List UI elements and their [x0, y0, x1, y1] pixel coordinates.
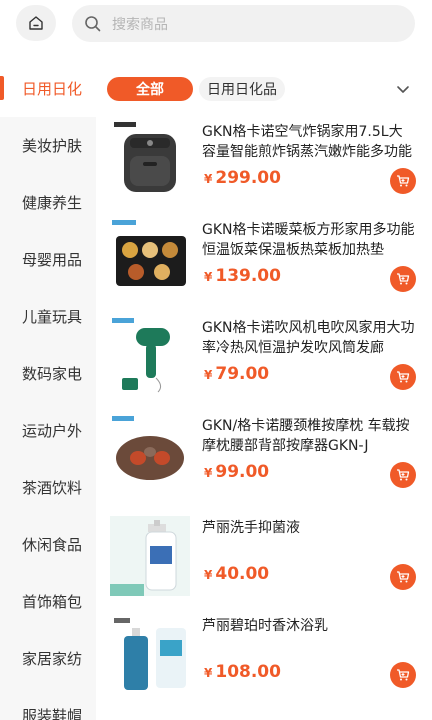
shower-gel-image — [110, 614, 190, 694]
add-to-cart-button[interactable] — [390, 266, 416, 292]
tab-daily-chemicals[interactable]: 日用日化品 — [199, 77, 285, 101]
product-item[interactable]: 芦丽洗手抑菌液 ¥40.00 — [110, 516, 420, 614]
sidebar-item-home[interactable]: 家居家纺 — [0, 630, 96, 687]
cart-icon — [397, 273, 410, 285]
cart-icon — [397, 571, 410, 583]
add-to-cart-button[interactable] — [390, 364, 416, 390]
sidebar-item-label: 数码家电 — [22, 365, 83, 383]
sidebar-item-label: 美妆护肤 — [22, 137, 83, 155]
currency-symbol: ¥ — [204, 172, 213, 186]
sidebar-item-digital[interactable]: 数码家电 — [0, 345, 96, 402]
product-item[interactable]: GKN/格卡诺腰颈椎按摩枕 车载按摩枕腰部背部按摩器GKN-J ¥99.00 — [110, 414, 420, 512]
currency-symbol: ¥ — [204, 270, 213, 284]
search-placeholder: 搜索商品 — [112, 16, 168, 33]
sidebar-item-label: 休闲食品 — [22, 536, 83, 554]
add-to-cart-button[interactable] — [390, 564, 416, 590]
product-item[interactable]: GKN格卡诺空气炸锅家用7.5L大容量智能煎炸锅蒸汽嫩炸能多功能 ¥299.00 — [110, 120, 420, 218]
product-item[interactable]: GKN格卡诺暖菜板方形家用多功能恒温饭菜保温板热菜板加热垫 ¥139.00 — [110, 218, 420, 316]
product-item[interactable]: GKN格卡诺吹风机电吹风家用大功率冷热风恒温护发吹风筒发廊 ¥79.00 — [110, 316, 420, 414]
chevron-down-icon[interactable] — [394, 80, 412, 98]
sidebar-item-snacks[interactable]: 休闲食品 — [0, 516, 96, 573]
price-value: 99.00 — [215, 462, 270, 482]
sidebar-item-health[interactable]: 健康养生 — [0, 174, 96, 231]
cart-icon — [397, 371, 410, 383]
sidebar-item-label: 运动户外 — [22, 422, 83, 440]
product-title[interactable]: 芦丽洗手抑菌液 — [202, 518, 416, 558]
price-value: 299.00 — [215, 168, 281, 188]
currency-symbol: ¥ — [204, 466, 213, 480]
sidebar-item-label: 母婴用品 — [22, 251, 83, 269]
sidebar-item-label: 茶酒饮料 — [22, 479, 83, 497]
hair-dryer-image — [110, 316, 190, 396]
product-price: ¥108.00 — [204, 662, 281, 682]
product-title[interactable]: GKN格卡诺暖菜板方形家用多功能恒温饭菜保温板热菜板加热垫 — [202, 220, 416, 260]
massage-pillow-image — [110, 414, 190, 494]
category-sidebar: 日用日化 美妆护肤 健康养生 母婴用品 儿童玩具 数码家电 运动户外 茶酒饮料 … — [0, 60, 96, 720]
sidebar-item-label: 家居家纺 — [22, 650, 83, 668]
product-item[interactable]: 芦丽碧珀时香沐浴乳 ¥108.00 — [110, 614, 420, 712]
product-price: ¥79.00 — [204, 364, 269, 384]
sidebar-item-jewelry[interactable]: 首饰箱包 — [0, 573, 96, 630]
sidebar-item-label: 服装鞋帽 — [22, 707, 83, 720]
currency-symbol: ¥ — [204, 568, 213, 582]
currency-symbol: ¥ — [204, 368, 213, 382]
sidebar-item-toys[interactable]: 儿童玩具 — [0, 288, 96, 345]
product-price: ¥99.00 — [204, 462, 269, 482]
product-title[interactable]: GKN格卡诺吹风机电吹风家用大功率冷热风恒温护发吹风筒发廊 — [202, 318, 416, 358]
cart-icon — [397, 469, 410, 481]
price-value: 79.00 — [215, 364, 270, 384]
sidebar-item-label: 健康养生 — [22, 194, 83, 212]
currency-symbol: ¥ — [204, 666, 213, 680]
air-fryer-image — [110, 120, 190, 200]
cart-icon — [397, 669, 410, 681]
home-icon — [29, 16, 43, 30]
sidebar-item-beauty[interactable]: 美妆护肤 — [0, 117, 96, 174]
top-bar: 搜索商品 — [0, 0, 432, 48]
tab-all[interactable]: 全部 — [107, 77, 193, 101]
sidebar-item-apparel[interactable]: 服装鞋帽 — [0, 687, 96, 720]
product-title[interactable]: 芦丽碧珀时香沐浴乳 — [202, 616, 416, 656]
price-value: 108.00 — [215, 662, 281, 682]
add-to-cart-button[interactable] — [390, 662, 416, 688]
sidebar-item-drinks[interactable]: 茶酒饮料 — [0, 459, 96, 516]
sidebar-item-daily-chemicals[interactable]: 日用日化 — [0, 60, 96, 117]
search-icon — [85, 15, 101, 31]
product-title[interactable]: GKN格卡诺空气炸锅家用7.5L大容量智能煎炸锅蒸汽嫩炸能多功能 — [202, 122, 416, 162]
search-input[interactable]: 搜索商品 — [72, 5, 415, 42]
add-to-cart-button[interactable] — [390, 462, 416, 488]
product-price: ¥40.00 — [204, 564, 269, 584]
cart-icon — [397, 175, 410, 187]
sidebar-item-sports[interactable]: 运动户外 — [0, 402, 96, 459]
sidebar-item-baby[interactable]: 母婴用品 — [0, 231, 96, 288]
sidebar-item-label: 儿童玩具 — [22, 308, 83, 326]
home-button[interactable] — [16, 5, 56, 41]
product-title[interactable]: GKN/格卡诺腰颈椎按摩枕 车载按摩枕腰部背部按摩器GKN-J — [202, 416, 416, 456]
sidebar-item-label: 首饰箱包 — [22, 593, 83, 611]
hand-wash-image — [110, 516, 190, 596]
product-price: ¥299.00 — [204, 168, 281, 188]
sidebar-item-label: 日用日化 — [22, 80, 83, 98]
add-to-cart-button[interactable] — [390, 168, 416, 194]
warming-board-image — [110, 218, 190, 298]
price-value: 139.00 — [215, 266, 281, 286]
price-value: 40.00 — [215, 564, 270, 584]
product-price: ¥139.00 — [204, 266, 281, 286]
